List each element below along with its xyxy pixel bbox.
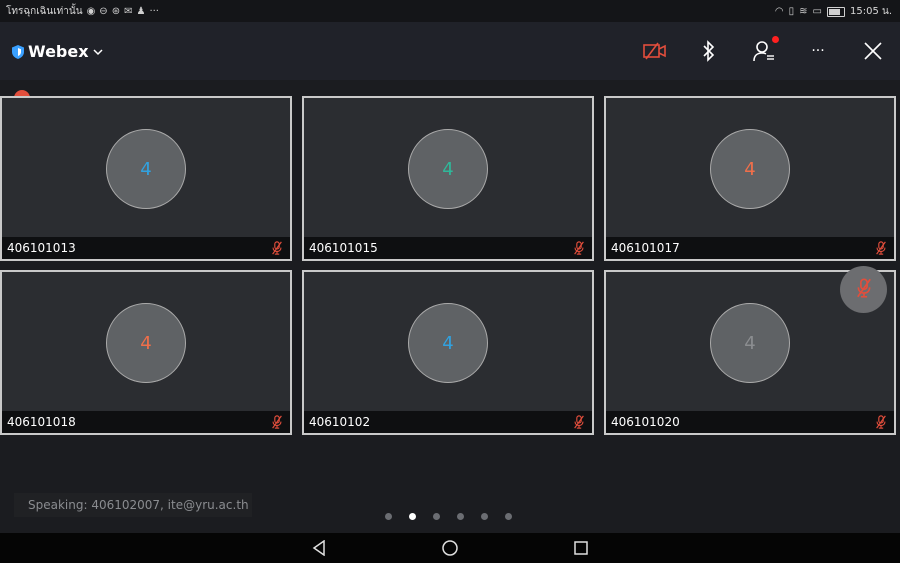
battery-icon [826, 6, 845, 17]
participants-button[interactable] [752, 36, 779, 63]
sim-icon: ▭ [812, 6, 822, 17]
mic-muted-icon [572, 414, 586, 433]
mic-muted-icon [874, 414, 888, 433]
avatar-initial: 4 [442, 158, 454, 180]
participants-icon [753, 41, 774, 62]
headset-icon: ◠ [774, 6, 784, 17]
wifi-icon: ≋ [799, 6, 808, 17]
mic-muted-icon [874, 240, 888, 259]
avatar-initial: 4 [744, 158, 756, 180]
avatar: 4 [106, 129, 186, 209]
name-bar: 406101020 [606, 411, 894, 433]
participant-tile[interactable]: 4 406101017 [604, 96, 896, 261]
mic-muted-icon [270, 414, 284, 433]
floating-mute-button[interactable] [840, 266, 887, 313]
page-dot[interactable] [505, 513, 512, 520]
name-bar: 406101015 [304, 237, 592, 259]
home-icon [442, 540, 458, 556]
recents-icon [574, 541, 588, 555]
name-bar: 40610102 [304, 411, 592, 433]
page-dot[interactable] [433, 513, 440, 520]
avatar: 4 [408, 303, 488, 383]
avatar-initial: 4 [442, 332, 454, 354]
settings-circle-icon: ⊛ [111, 6, 121, 17]
participant-name: 406101017 [611, 241, 680, 255]
back-button[interactable] [310, 539, 328, 557]
mic-muted-icon [270, 240, 284, 259]
back-icon [312, 540, 325, 556]
minus-circle-icon: ⊖ [99, 6, 108, 17]
circle-ok-icon: ◉ [86, 6, 96, 17]
shield-icon [12, 44, 24, 59]
system-nav-bar [0, 533, 900, 563]
page-dot[interactable] [385, 513, 392, 520]
chevron-down-icon [93, 48, 103, 55]
participant-name: 406101020 [611, 415, 680, 429]
avatar-initial: 4 [140, 332, 152, 354]
camera-off-icon [643, 42, 666, 60]
participant-name: 40610102 [309, 415, 371, 429]
bluetooth-icon [703, 40, 715, 62]
name-bar: 406101013 [2, 237, 290, 259]
video-grid: 4 406101013 4 406101015 4 406101017 4 40… [0, 96, 900, 439]
close-button[interactable] [861, 39, 885, 63]
notification-dot [772, 36, 779, 43]
avatar-initial: 4 [140, 158, 152, 180]
participant-name: 406101013 [7, 241, 76, 255]
home-button[interactable] [441, 539, 459, 557]
app-header: Webex ··· [0, 22, 900, 80]
more-options-button[interactable]: ··· [806, 39, 830, 63]
participant-name: 406101018 [7, 415, 76, 429]
recents-button[interactable] [572, 539, 590, 557]
clock: 15:05 น. [849, 6, 892, 17]
participant-tile[interactable]: 4 406101018 [0, 270, 292, 435]
mic-muted-icon [854, 277, 874, 302]
camera-off-button[interactable] [643, 39, 667, 63]
participant-name: 406101015 [309, 241, 378, 255]
close-icon [864, 42, 882, 60]
page-dot[interactable] [409, 513, 416, 520]
name-bar: 406101018 [2, 411, 290, 433]
status-bar: โทรฉุกเฉินเท่านั้น ◉ ⊖ ⊛ ✉ ♟ ··· ◠ ▯ ≋ ▭… [0, 0, 900, 22]
brand-menu[interactable]: Webex [12, 42, 103, 61]
page-dot[interactable] [481, 513, 488, 520]
vibrate-icon: ▯ [788, 6, 795, 17]
notification-icon: ♟ [136, 6, 146, 17]
avatar: 4 [106, 303, 186, 383]
page-indicator[interactable] [385, 513, 512, 520]
mail-icon: ✉ [124, 6, 133, 17]
brand-title: Webex [28, 42, 89, 61]
avatar: 4 [710, 129, 790, 209]
status-left: โทรฉุกเฉินเท่านั้น ◉ ⊖ ⊛ ✉ ♟ ··· [6, 4, 159, 19]
avatar: 4 [710, 303, 790, 383]
bluetooth-button[interactable] [697, 39, 721, 63]
carrier-text: โทรฉุกเฉินเท่านั้น [6, 6, 83, 17]
page-dot[interactable] [457, 513, 464, 520]
name-bar: 406101017 [606, 237, 894, 259]
participant-tile[interactable]: 4 406101013 [0, 96, 292, 261]
avatar-initial: 4 [744, 332, 756, 354]
participant-tile[interactable]: 4 406101015 [302, 96, 594, 261]
status-right: ◠ ▯ ≋ ▭ 15:05 น. [775, 4, 892, 19]
participant-tile[interactable]: 4 40610102 [302, 270, 594, 435]
more-options-icon: ··· [811, 43, 825, 59]
avatar: 4 [408, 129, 488, 209]
speaking-indicator: Speaking: 406102007, ite@yru.ac.th [14, 493, 252, 517]
mic-muted-icon [572, 240, 586, 259]
more-icon: ··· [149, 6, 159, 17]
